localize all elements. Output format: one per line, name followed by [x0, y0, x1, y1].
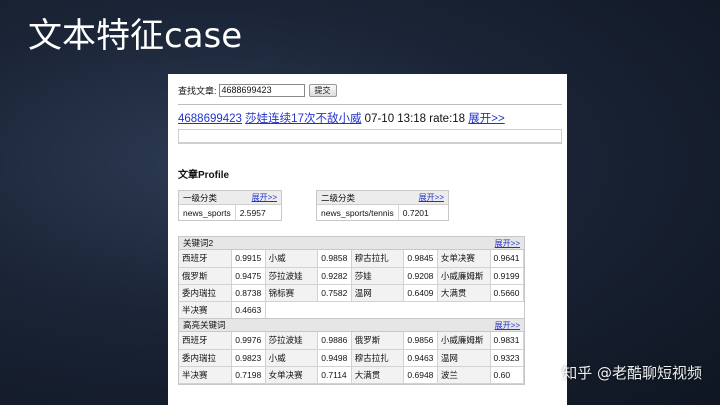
level2-category-score: 0.7201 [402, 207, 429, 218]
level1-category-box: 一级分类 展开>> news_sports 2.5957 [178, 190, 282, 221]
keyword-weight: 0.9641 [490, 250, 525, 268]
keyword-term: 波兰 [437, 366, 491, 384]
keyword-term: 半决赛 [179, 301, 233, 319]
keyword-weight: 0.7114 [317, 366, 352, 384]
divider [178, 143, 562, 144]
slide-title: 文本特征case [28, 16, 243, 56]
keyword-term: 小威 [265, 349, 319, 367]
keyword-weight: 0.9858 [317, 250, 352, 268]
keywords2-expand-link[interactable]: 展开>> [495, 238, 520, 249]
keyword-row: 委内瑞拉 0.8738 锦标赛 0.7582 温网 0.6409 大满贯 0.5660 [179, 284, 525, 302]
article-line: 4688699423 莎娃连续17次不敌小威 07-10 13:18 rate:… [178, 110, 505, 126]
search-input[interactable]: 4688699423 [218, 84, 305, 97]
keyword-weight: 0.60 [490, 366, 525, 384]
keyword-term: 莎拉波娃 [265, 332, 319, 350]
keyword-weight: 0.9915 [231, 250, 266, 268]
keyword-row: 俄罗斯 0.9475 莎拉波娃 0.9282 莎娃 0.9208 小威廉姆斯 0.9199 [179, 267, 525, 285]
keyword-term: 俄罗斯 [179, 267, 233, 285]
article-expand-link[interactable]: 展开>> [468, 113, 504, 125]
level1-header: 一级分类 [183, 192, 218, 203]
keywords2-header: 关键词2 [183, 238, 214, 248]
search-row: 查找文章: 4688699423 提交 [178, 84, 337, 97]
keyword-weight: 0.9323 [490, 349, 525, 367]
keyword-term: 大满贯 [351, 366, 405, 384]
level1-category-score: 2.5957 [239, 207, 266, 218]
keyword-row: 半决赛 0.7198 女单决赛 0.7114 大满贯 0.6948 波兰 0.60 [179, 366, 525, 384]
keyword-row: 委内瑞拉 0.9823 小威 0.9498 穆古拉扎 0.9463 温网 0.9323 [179, 349, 525, 367]
article-profile-panel: 查找文章: 4688699423 提交 4688699423 莎娃连续17次不敌… [168, 74, 567, 405]
keyword-weight: 0.9475 [231, 267, 266, 285]
keyword-weight: 0.7198 [231, 366, 266, 384]
keyword-term: 穆古拉扎 [351, 250, 405, 268]
level1-expand-link[interactable]: 展开>> [252, 192, 277, 203]
keyword-term: 委内瑞拉 [179, 349, 233, 367]
keyword-weight: 0.9208 [403, 267, 438, 285]
keyword-row: 西班牙 0.9976 莎拉波娃 0.9886 俄罗斯 0.9856 小威廉姆斯 0.9831 [179, 332, 525, 350]
level2-category-box: 二级分类 展开>> news_sports/tennis 0.7201 [316, 190, 449, 221]
keyword-term: 西班牙 [179, 332, 233, 350]
keyword-term: 大满贯 [437, 284, 491, 302]
keywords2-table: 西班牙 0.9915 小威 0.9858 穆古拉扎 0.9845 女单决赛 0.9641 俄罗斯… [179, 250, 525, 319]
keyword-weight: 0.9845 [403, 250, 438, 268]
submit-button[interactable]: 提交 [308, 84, 337, 97]
keyword-term: 小威廉姆斯 [437, 267, 491, 285]
highlight-keywords-table: 西班牙 0.9976 莎拉波娃 0.9886 俄罗斯 0.9856 小威廉姆斯 0.9831 委… [179, 332, 525, 384]
keyword-term: 小威 [265, 250, 319, 268]
keyword-weight: 0.8738 [231, 284, 266, 302]
keyword-term: 半决赛 [179, 366, 233, 384]
profile-title: 文章Profile [178, 170, 230, 181]
highlight-keywords-expand-link[interactable]: 展开>> [495, 320, 520, 331]
article-title-link[interactable]: 莎娃连续17次不敌小威 [245, 113, 361, 125]
keyword-term: 锦标赛 [265, 284, 319, 302]
keyword-weight: 0.9856 [403, 332, 438, 350]
keyword-weight: 0.9199 [490, 267, 525, 285]
keyword-term: 女单决赛 [265, 366, 319, 384]
highlight-keywords-box: 高亮关键词 展开>> 西班牙 0.9976 莎拉波娃 0.9886 俄罗斯 0.9856 小… [178, 318, 525, 385]
keyword-weight: 0.7582 [317, 284, 352, 302]
article-id-link[interactable]: 4688699423 [178, 113, 242, 125]
keyword-weight: 0.9498 [317, 349, 352, 367]
keyword-weight: 0.5660 [490, 284, 525, 302]
keyword-term: 莎娃 [351, 267, 405, 285]
keyword-weight: 0.9976 [231, 332, 266, 350]
article-detail-bar [178, 129, 562, 143]
level1-category-name: news_sports [179, 205, 236, 220]
search-label: 查找文章: [178, 86, 217, 96]
level2-category-name: news_sports/tennis [317, 205, 399, 220]
keywords2-box: 关键词2 展开>> 西班牙 0.9915 小威 0.9858 穆古拉扎 0.9845 女单决… [178, 236, 525, 320]
keyword-term: 温网 [351, 284, 405, 302]
article-meta: 07-10 13:18 rate:18 [364, 113, 466, 125]
keyword-term: 俄罗斯 [351, 332, 405, 350]
keyword-term: 西班牙 [179, 250, 233, 268]
keyword-term: 温网 [437, 349, 491, 367]
keyword-term: 小威廉姆斯 [437, 332, 491, 350]
keyword-term: 莎拉波娃 [265, 267, 319, 285]
keyword-weight: 0.9282 [317, 267, 352, 285]
level2-header: 二级分类 [321, 192, 356, 203]
keyword-weight: 0.9823 [231, 349, 266, 367]
keyword-weight: 0.9831 [490, 332, 525, 350]
highlight-keywords-header: 高亮关键词 [183, 320, 226, 330]
level2-expand-link[interactable]: 展开>> [419, 192, 444, 203]
keyword-term: 女单决赛 [437, 250, 491, 268]
keyword-term: 委内瑞拉 [179, 284, 233, 302]
keyword-row: 半决赛 0.4663 [179, 301, 524, 319]
keyword-term: 穆古拉扎 [351, 349, 405, 367]
watermark: 知乎 @老酷聊短视频 [562, 364, 702, 382]
keyword-weight: 0.6948 [403, 366, 438, 384]
keyword-weight: 0.9463 [403, 349, 438, 367]
keyword-weight: 0.9886 [317, 332, 352, 350]
keyword-weight: 0.4663 [231, 301, 266, 319]
keyword-weight: 0.6409 [403, 284, 438, 302]
divider [178, 104, 562, 105]
keyword-row: 西班牙 0.9915 小威 0.9858 穆古拉扎 0.9845 女单决赛 0.9641 [179, 250, 525, 268]
